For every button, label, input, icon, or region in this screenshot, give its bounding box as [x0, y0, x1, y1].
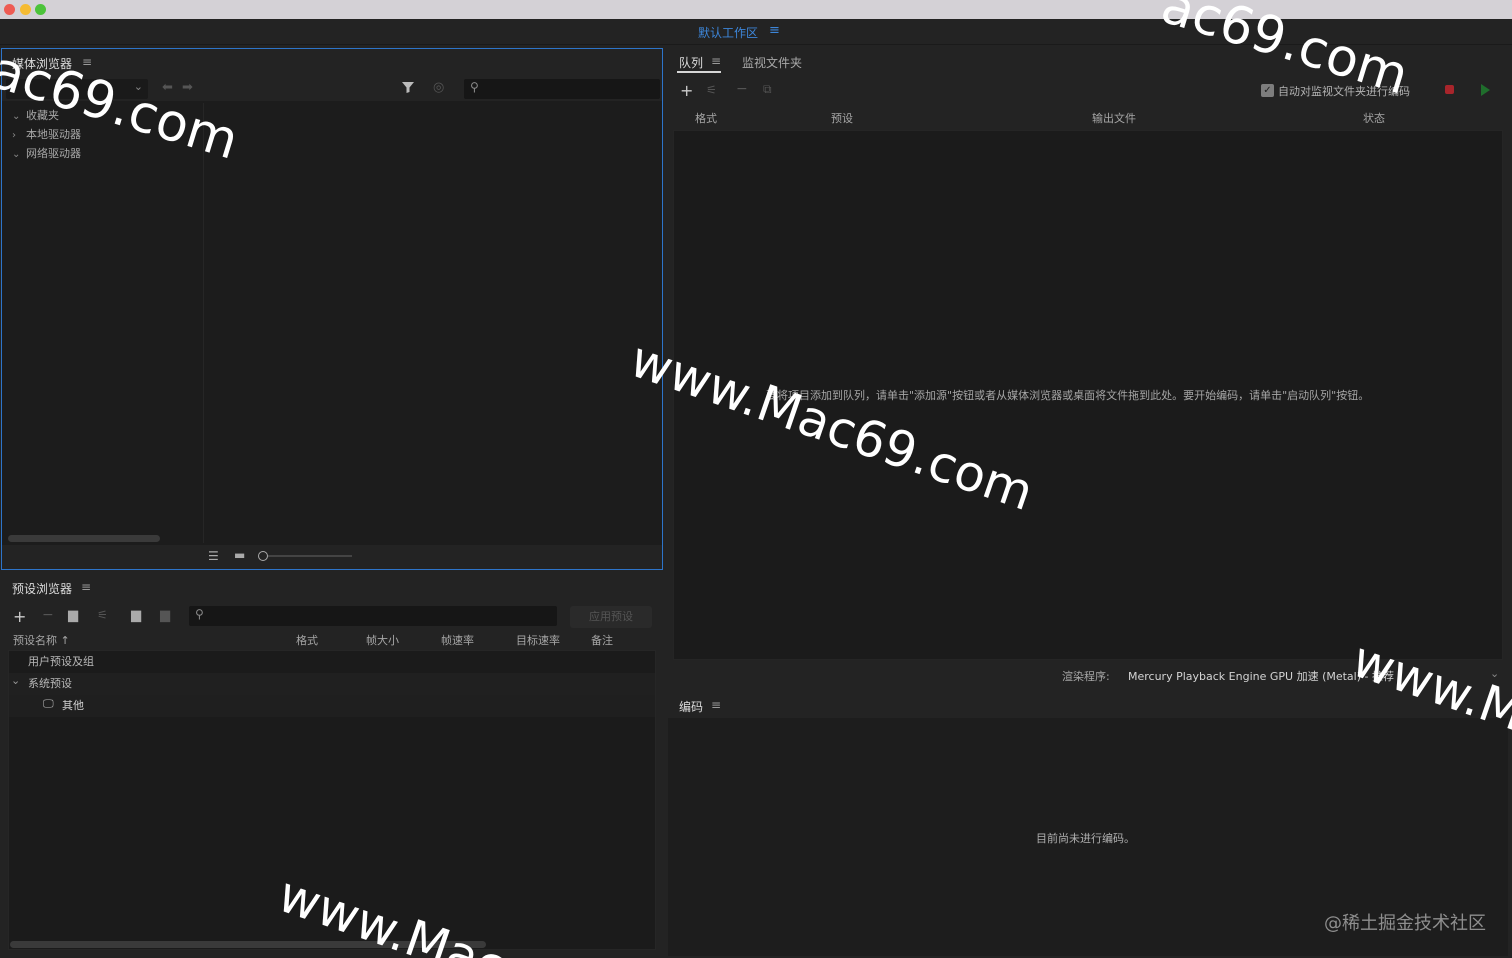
- media-browser-panel: 媒体浏览器 ≡ ⌄ ⬅ ➡ ◎ ⚲ ⌄收藏夹 ›本地驱动器 ⌄网络驱动器: [1, 48, 663, 570]
- workspace-bar: 默认工作区 ≡: [0, 19, 1512, 45]
- column-format[interactable]: 格式: [695, 110, 717, 126]
- column-output-file[interactable]: 输出文件: [1092, 110, 1136, 126]
- column-status[interactable]: 状态: [1363, 110, 1385, 126]
- preset-horizontal-scrollbar[interactable]: [10, 941, 486, 948]
- list-item-label: 其他: [62, 699, 84, 712]
- media-search-input[interactable]: ⚲: [464, 79, 660, 99]
- active-tab-indicator: [677, 71, 721, 73]
- remove-icon[interactable]: −: [736, 81, 748, 97]
- column-notes[interactable]: 备注: [591, 632, 613, 648]
- close-window-button[interactable]: [4, 4, 15, 15]
- tree-item-local-drives[interactable]: › 本地驱动器: [12, 126, 81, 142]
- column-format[interactable]: 格式: [296, 632, 318, 648]
- list-view-icon[interactable]: ☰: [208, 549, 219, 563]
- chevron-right-icon[interactable]: ›: [12, 130, 26, 141]
- location-dropdown[interactable]: ⌄: [6, 79, 148, 99]
- new-group-icon[interactable]: ▆: [68, 608, 78, 623]
- queue-header: 队列 ≡ 监视文件夹: [668, 48, 1508, 76]
- list-item[interactable]: ⌄ 系统预设: [9, 673, 655, 695]
- media-browser-title[interactable]: 媒体浏览器: [12, 55, 72, 72]
- thumbnail-view-icon[interactable]: ▬: [234, 548, 245, 562]
- preset-list: 用户预设及组 ⌄ 系统预设 🖵 其他: [8, 650, 656, 950]
- list-item-label: 系统预设: [28, 677, 72, 690]
- view-icon[interactable]: ◎: [433, 80, 444, 95]
- encoding-empty-message: 目前尚未进行编码。: [1036, 832, 1135, 845]
- preset-search-input[interactable]: ⚲: [189, 606, 557, 626]
- tree-item-network-drives[interactable]: ⌄ 网络驱动器: [12, 145, 81, 161]
- stop-queue-icon[interactable]: [1445, 85, 1454, 94]
- auto-encode-label[interactable]: 自动对监视文件夹进行编码: [1278, 83, 1410, 99]
- preset-settings-icon[interactable]: ⚟: [97, 608, 108, 622]
- list-item-label: 用户预设及组: [28, 655, 94, 668]
- encoding-title[interactable]: 编码: [679, 698, 703, 715]
- tree-item-label: 本地驱动器: [26, 128, 81, 141]
- search-icon: ⚲: [470, 80, 479, 94]
- tab-queue[interactable]: 队列: [679, 54, 703, 71]
- tree-item-label: 收藏夹: [26, 109, 59, 122]
- media-browser-menu-icon[interactable]: ≡: [82, 55, 92, 69]
- queue-empty-message: 要将项目添加到队列，请单击"添加源"按钮或者从媒体浏览器或桌面将文件拖到此处。要…: [766, 389, 1370, 402]
- workspace-menu-icon[interactable]: ≡: [769, 23, 780, 38]
- title-bar: [0, 0, 1512, 19]
- auto-encode-checkbox[interactable]: ✓: [1261, 84, 1274, 97]
- preset-browser-title[interactable]: 预设浏览器: [12, 580, 72, 597]
- remove-preset-icon[interactable]: −: [42, 607, 54, 623]
- renderer-select[interactable]: Mercury Playback Engine GPU 加速 (Metal) -…: [1128, 668, 1394, 684]
- add-source-icon[interactable]: +: [680, 81, 693, 100]
- maximize-window-button[interactable]: [35, 4, 46, 15]
- chevron-down-icon[interactable]: ⌄: [1490, 667, 1499, 680]
- renderer-bar: 渲染程序: Mercury Playback Engine GPU 加速 (Me…: [668, 662, 1508, 690]
- column-preset[interactable]: 预设: [831, 110, 853, 126]
- media-tree: ⌄ 收藏夹 › 本地驱动器 ⌄ 网络驱动器: [6, 103, 204, 543]
- tree-horizontal-scrollbar[interactable]: [8, 535, 160, 542]
- column-target-rate[interactable]: 目标速率: [516, 632, 560, 648]
- list-item[interactable]: 🖵 其他: [9, 695, 655, 717]
- tree-item-label: 网络驱动器: [26, 147, 81, 160]
- export-preset-icon[interactable]: ▆: [160, 608, 170, 623]
- queue-menu-icon[interactable]: ≡: [711, 54, 721, 68]
- start-queue-icon[interactable]: [1481, 84, 1490, 96]
- workspace-label[interactable]: 默认工作区: [698, 24, 758, 41]
- back-arrow-icon[interactable]: ⬅: [162, 80, 173, 95]
- import-preset-icon[interactable]: ▆: [131, 608, 141, 623]
- tab-watch-folders[interactable]: 监视文件夹: [742, 54, 802, 71]
- minimize-window-button[interactable]: [20, 4, 31, 15]
- column-frame-size[interactable]: 帧大小: [366, 632, 399, 648]
- column-preset-name[interactable]: 预设名称 ↑: [13, 632, 70, 648]
- zoom-slider-track[interactable]: [268, 555, 352, 557]
- list-item[interactable]: 用户预设及组: [9, 651, 655, 673]
- app-window: 默认工作区 ≡ 媒体浏览器 ≡ ⌄ ⬅ ➡ ◎ ⚲ ⌄收藏夹 ›本地驱动器: [0, 0, 1512, 958]
- encoding-menu-icon[interactable]: ≡: [711, 698, 721, 712]
- chevron-down-icon[interactable]: ⌄: [12, 149, 26, 160]
- chevron-down-icon[interactable]: ⌄: [11, 674, 20, 687]
- column-frame-rate[interactable]: 帧速率: [441, 632, 474, 648]
- chevron-down-icon[interactable]: ⌄: [12, 111, 26, 122]
- duplicate-icon[interactable]: ⧉: [763, 82, 772, 97]
- preset-browser-menu-icon[interactable]: ≡: [81, 580, 91, 594]
- media-browser-header: 媒体浏览器 ≡: [2, 49, 662, 77]
- zoom-slider-handle[interactable]: [258, 551, 268, 561]
- encoding-header: 编码 ≡: [668, 692, 1508, 718]
- forward-arrow-icon[interactable]: ➡: [182, 80, 193, 95]
- renderer-label: 渲染程序:: [1062, 670, 1110, 683]
- settings-icon[interactable]: ⚟: [706, 83, 717, 97]
- filter-icon[interactable]: [401, 80, 415, 98]
- monitor-icon: 🖵: [43, 697, 54, 710]
- chevron-down-icon: ⌄: [133, 80, 143, 93]
- media-browser-footer: ☰ ▬: [2, 545, 662, 569]
- add-preset-icon[interactable]: +: [13, 607, 26, 626]
- tree-item-favorites[interactable]: ⌄ 收藏夹: [12, 107, 59, 123]
- apply-preset-button[interactable]: 应用预设: [570, 606, 652, 628]
- search-icon: ⚲: [195, 607, 204, 621]
